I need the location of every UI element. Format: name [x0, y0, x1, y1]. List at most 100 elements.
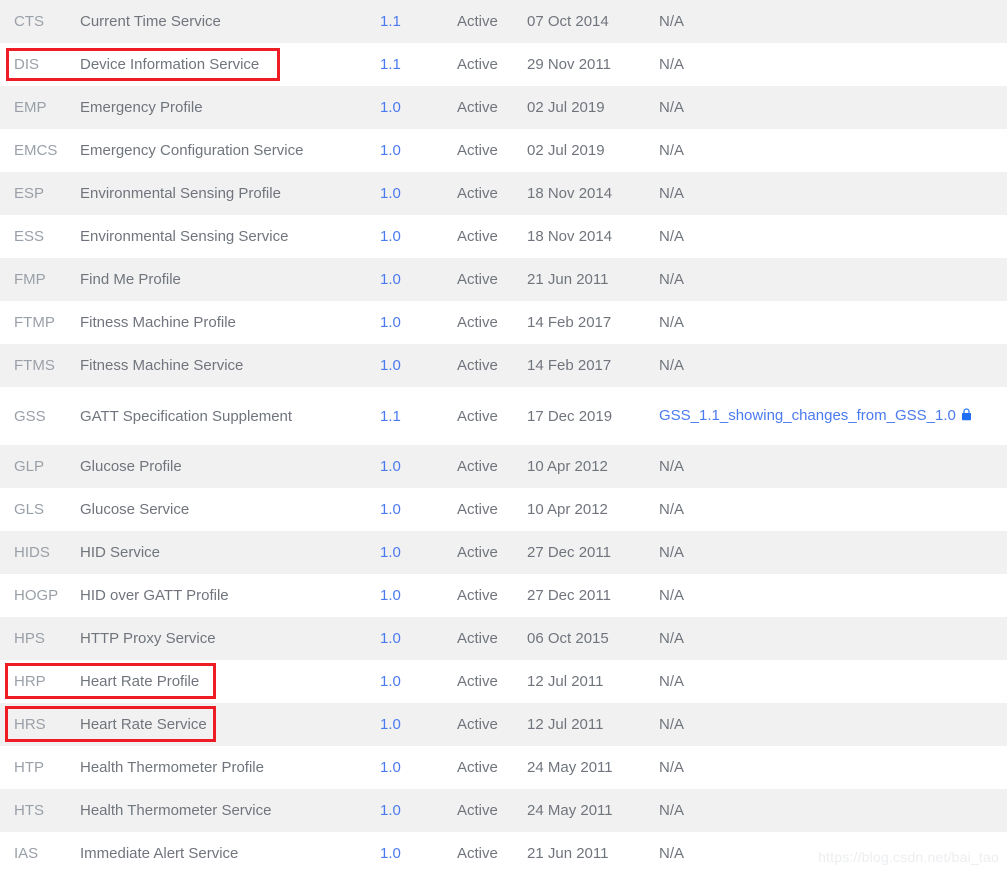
table-row[interactable]: HRS Heart Rate Service 1.0 Active 12 Jul 201… — [0, 703, 1007, 746]
cell-last-document: N/A — [659, 544, 685, 561]
cell-date: 12 Jul 2011 — [527, 716, 604, 733]
cell-version[interactable]: 1.0 — [380, 344, 457, 387]
cell-status: Active — [457, 407, 498, 425]
cell-abbreviation: HRP — [14, 673, 46, 690]
cell-name: Environmental Sensing Service — [80, 228, 289, 245]
table-row[interactable]: HPS HTTP Proxy Service 1.0 Active 06 Oct 201… — [0, 617, 1007, 660]
cell-abbreviation: FTMS — [14, 357, 55, 374]
cell-date: 12 Jul 2011 — [527, 673, 604, 690]
cell-date: 14 Feb 2017 — [527, 357, 612, 374]
cell-last-document: N/A — [659, 587, 685, 604]
cell-date: 27 Dec 2011 — [527, 544, 611, 561]
cell-status: Active — [457, 802, 498, 819]
table-row[interactable]: ESP Environmental Sensing Profile 1.0 Activ… — [0, 172, 1007, 215]
cell-abbreviation: GLS — [14, 501, 45, 518]
specifications-table: CTS Current Time Service 1.1 Active 07 Oct 2… — [0, 0, 1007, 875]
cell-version[interactable]: 1.0 — [380, 531, 457, 574]
table-row[interactable]: HOGP HID over GATT Profile 1.0 Active 27 Dec… — [0, 574, 1007, 617]
cell-version[interactable]: 1.0 — [380, 617, 457, 660]
cell-version[interactable]: 1.0 — [380, 129, 457, 172]
cell-version[interactable]: 1.0 — [380, 660, 457, 703]
cell-name: Fitness Machine Service — [80, 357, 244, 374]
document-link[interactable]: GSS_1.1_showing_changes_from_GSS_1.0 — [659, 407, 956, 424]
cell-last-document: N/A — [659, 56, 685, 73]
cell-status: Active — [457, 501, 498, 518]
table-row[interactable]: EMP Emergency Profile 1.0 Active 02 Jul 2019… — [0, 86, 1007, 129]
cell-version[interactable]: 1.1 — [380, 43, 457, 86]
cell-date: 27 Dec 2011 — [527, 587, 611, 604]
cell-version[interactable]: 1.0 — [380, 172, 457, 215]
cell-status: Active — [457, 142, 498, 159]
table-row[interactable]: DIS Device Information Service 1.1 Active 29… — [0, 43, 1007, 86]
table-row[interactable]: CTS Current Time Service 1.1 Active 07 Oct 2… — [0, 0, 1007, 43]
cell-abbreviation: ESS — [14, 228, 45, 245]
cell-name: Environmental Sensing Profile — [80, 185, 281, 202]
table-row[interactable]: FTMS Fitness Machine Service 1.0 Active 14 F… — [0, 344, 1007, 387]
cell-status: Active — [457, 759, 498, 776]
cell-last-document: N/A — [659, 716, 685, 733]
table-row[interactable]: FTMP Fitness Machine Profile 1.0 Active 14 F… — [0, 301, 1007, 344]
cell-date: 21 Jun 2011 — [527, 271, 609, 288]
cell-name: Heart Rate Service — [80, 716, 207, 733]
cell-version[interactable]: 1.1 — [380, 0, 457, 43]
lock-icon — [961, 408, 972, 425]
cell-status: Active — [457, 56, 498, 73]
table-row[interactable]: HRP Heart Rate Profile 1.0 Active 12 Jul 201… — [0, 660, 1007, 703]
table-row[interactable]: GLP Glucose Profile 1.0 Active 10 Apr 2012 N/… — [0, 445, 1007, 488]
cell-version[interactable]: 1.0 — [380, 86, 457, 129]
cell-version[interactable]: 1.0 — [380, 488, 457, 531]
cell-last-document: N/A — [659, 673, 685, 690]
cell-name: Fitness Machine Profile — [80, 314, 236, 331]
cell-abbreviation: EMP — [14, 99, 47, 116]
cell-last-document: GSS_1.1_showing_changes_from_GSS_1.0 — [659, 387, 1007, 445]
cell-status: Active — [457, 314, 498, 331]
cell-last-document: N/A — [659, 228, 685, 245]
table-row[interactable]: HIDS HID Service 1.0 Active 27 Dec 2011 N/A — [0, 531, 1007, 574]
table-row[interactable]: ESS Environmental Sensing Service 1.0 Activ… — [0, 215, 1007, 258]
cell-abbreviation: HIDS — [14, 544, 50, 561]
cell-date: 18 Nov 2014 — [527, 185, 613, 202]
cell-date: 18 Nov 2014 — [527, 228, 613, 245]
watermark: https://blog.csdn.net/bai_tao — [818, 849, 999, 865]
cell-status: Active — [457, 228, 498, 245]
cell-name: HID Service — [80, 544, 161, 561]
cell-last-document: N/A — [659, 314, 685, 331]
cell-version[interactable]: 1.0 — [380, 703, 457, 746]
cell-status: Active — [457, 544, 498, 561]
cell-date: 07 Oct 2014 — [527, 13, 609, 30]
cell-version[interactable]: 1.0 — [380, 301, 457, 344]
table-row[interactable]: GSS GATT Specification Supplement 1.1 Activ… — [0, 387, 1007, 445]
cell-version[interactable]: 1.0 — [380, 832, 457, 875]
table-row[interactable]: GLS Glucose Service 1.0 Active 10 Apr 2012 N/… — [0, 488, 1007, 531]
table-row[interactable]: HTS Health Thermometer Service 1.0 Active 24… — [0, 789, 1007, 832]
cell-version[interactable]: 1.0 — [380, 574, 457, 617]
cell-name: Emergency Configuration Service — [80, 142, 304, 159]
cell-name: Device Information Service — [80, 56, 260, 73]
cell-version[interactable]: 1.1 — [380, 387, 457, 445]
table-row[interactable]: HTP Health Thermometer Profile 1.0 Active 24… — [0, 746, 1007, 789]
cell-abbreviation: HPS — [14, 630, 45, 647]
cell-name: Health Thermometer Service — [80, 802, 272, 819]
cell-status: Active — [457, 13, 498, 30]
cell-date: 17 Dec 2019 — [527, 407, 613, 425]
cell-status: Active — [457, 630, 498, 647]
cell-last-document: N/A — [659, 501, 685, 518]
cell-status: Active — [457, 845, 498, 862]
cell-version[interactable]: 1.0 — [380, 215, 457, 258]
cell-last-document: N/A — [659, 13, 685, 30]
cell-name: Immediate Alert Service — [80, 845, 239, 862]
cell-name: Heart Rate Profile — [80, 673, 200, 690]
cell-version[interactable]: 1.0 — [380, 258, 457, 301]
cell-status: Active — [457, 271, 498, 288]
cell-version[interactable]: 1.0 — [380, 746, 457, 789]
cell-version[interactable]: 1.0 — [380, 445, 457, 488]
specifications-table-body: CTS Current Time Service 1.1 Active 07 Oct 2… — [0, 0, 1007, 875]
cell-name: Current Time Service — [80, 13, 221, 30]
table-row[interactable]: FMP Find Me Profile 1.0 Active 21 Jun 2011 N/… — [0, 258, 1007, 301]
cell-status: Active — [457, 587, 498, 604]
table-row[interactable]: EMCS Emergency Configuration Service 1.0 Ac… — [0, 129, 1007, 172]
cell-version[interactable]: 1.0 — [380, 789, 457, 832]
cell-abbreviation: HOGP — [14, 587, 59, 604]
cell-abbreviation: ESP — [14, 185, 45, 202]
cell-name: HTTP Proxy Service — [80, 630, 216, 647]
